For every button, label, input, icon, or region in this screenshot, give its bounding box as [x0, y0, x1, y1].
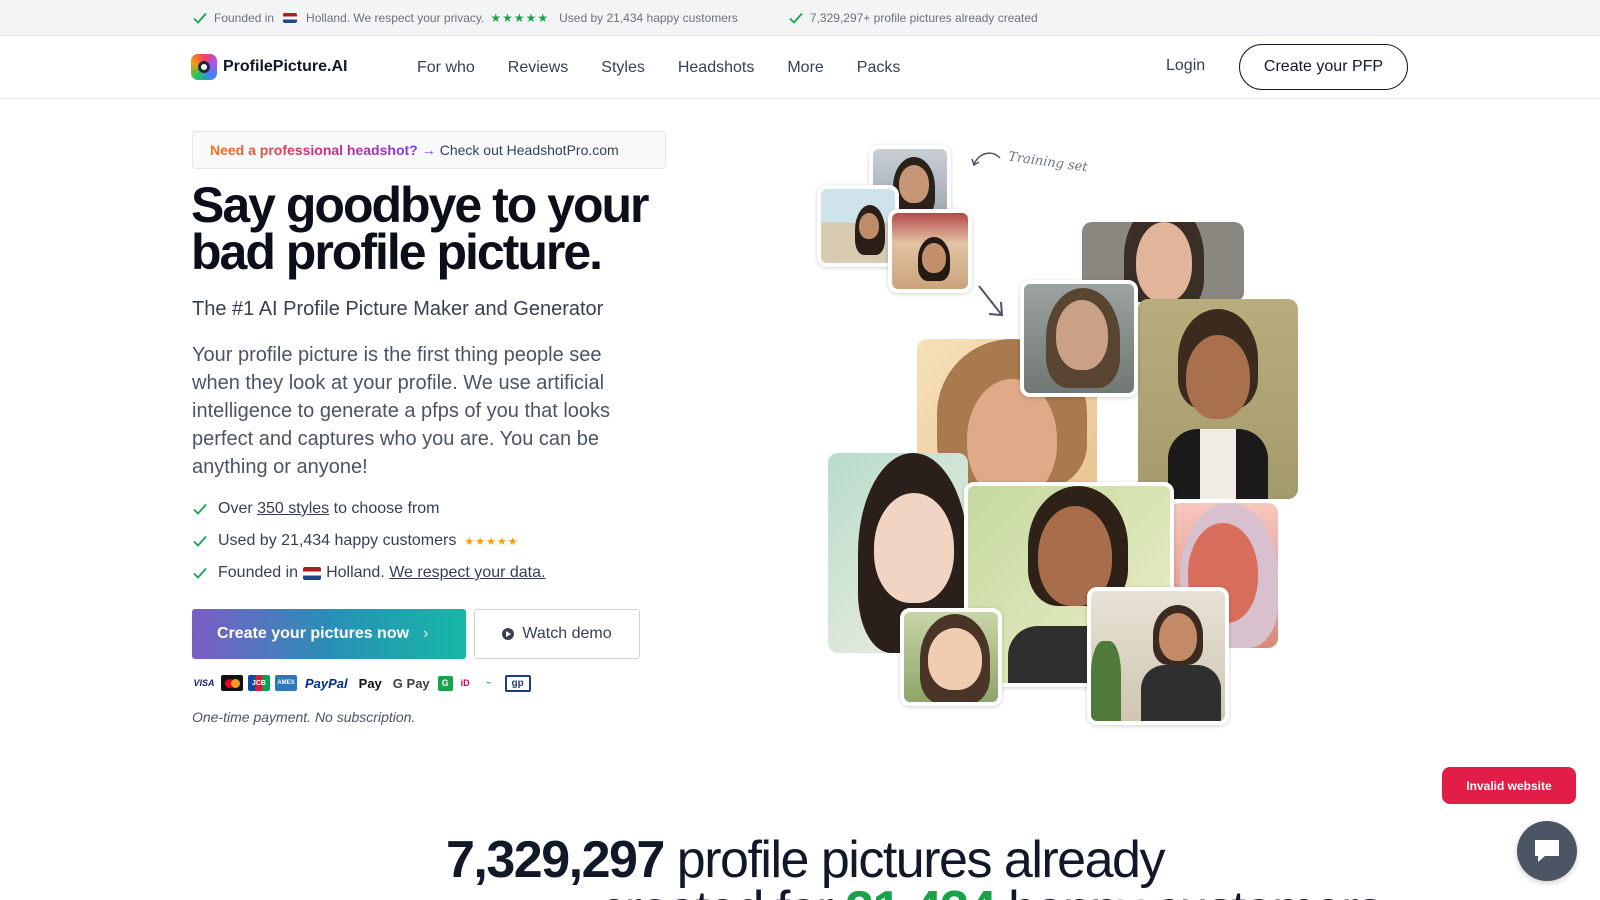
- nav-links: For who Reviews Styles Headshots More Pa…: [417, 36, 933, 99]
- hero-subtitle: The #1 AI Profile Picture Maker and Gene…: [192, 298, 604, 320]
- nav-link-more[interactable]: More: [787, 59, 823, 77]
- topbar-created: 7,329,297+ profile pictures already crea…: [788, 10, 1038, 26]
- top-announcement-bar: Founded in Holland. We respect your priv…: [0, 0, 1600, 36]
- create-pfp-button[interactable]: Create your PFP: [1239, 44, 1408, 90]
- chevron-right-icon: ›: [423, 625, 429, 642]
- training-photo: [888, 209, 972, 293]
- one-time-payment-note: One-time payment. No subscription.: [192, 709, 416, 725]
- ideal-icon: iD: [460, 678, 470, 688]
- topbar-customers: Used by 21,434 happy customers: [559, 10, 738, 25]
- mastercard-icon: [221, 675, 243, 691]
- giropay-g-icon: G: [437, 675, 453, 691]
- check-icon: [193, 535, 207, 547]
- logo-icon: [191, 54, 217, 80]
- feature-founded-mid: Holland.: [326, 564, 385, 581]
- training-set-label: Training set: [1007, 149, 1089, 176]
- jcb-icon: JCB: [248, 675, 270, 691]
- feature-styles-prefix: Over: [218, 500, 253, 517]
- topbar-created-text: 7,329,297+ profile pictures already crea…: [809, 10, 1038, 25]
- visa-icon: VISA: [193, 678, 215, 688]
- training-photo: [817, 185, 899, 267]
- topbar-founded-prefix: Founded in: [214, 10, 275, 25]
- feature-styles-suffix: to choose from: [333, 500, 440, 517]
- invalid-website-badge[interactable]: Invalid website: [1442, 767, 1576, 804]
- curved-arrow-icon: [971, 152, 1001, 167]
- amex-icon: AMEX: [275, 675, 297, 691]
- generated-photo: [1087, 587, 1229, 725]
- stats-line2-end: happy customers: [1008, 881, 1383, 900]
- generated-photo: [900, 608, 1002, 706]
- chat-launcher-button[interactable]: [1517, 821, 1577, 881]
- promo-highlight: Need a professional headshot?: [210, 142, 418, 158]
- headshot-promo-banner[interactable]: Need a professional headshot? → Check ou…: [192, 131, 666, 169]
- apple-pay-label: Pay: [358, 675, 382, 691]
- nav-link-styles[interactable]: Styles: [601, 59, 645, 77]
- login-link[interactable]: Login: [1166, 57, 1205, 75]
- gp-icon: gp: [504, 674, 531, 692]
- nav-link-headshots[interactable]: Headshots: [678, 59, 755, 77]
- watch-demo-button[interactable]: Watch demo: [474, 609, 640, 659]
- create-pictures-label: Create your pictures now: [217, 625, 410, 642]
- check-icon: [193, 503, 207, 515]
- main-navigation: ProfilePicture.AI For who Reviews Styles…: [0, 36, 1600, 99]
- down-arrow-icon: [978, 285, 1004, 317]
- feature-styles: Over 350 styles to choose from: [192, 500, 439, 518]
- nav-link-for-who[interactable]: For who: [417, 59, 475, 77]
- styles-link[interactable]: 350 styles: [257, 500, 329, 518]
- nav-link-reviews[interactable]: Reviews: [508, 59, 568, 77]
- payment-methods: VISA JCB AMEX PayPal Pay G Pay G iD ~ gp: [192, 673, 531, 693]
- google-pay-icon: G Pay: [392, 675, 430, 691]
- apple-pay-icon: Pay: [356, 675, 385, 691]
- feature-customers-text: Used by 21,434 happy customers: [218, 532, 457, 549]
- stats-line2-start: created for: [600, 881, 834, 900]
- sofort-icon: ~: [486, 678, 492, 688]
- hero-paragraph: Your profile picture is the first thing …: [192, 344, 611, 478]
- paypal-icon: PayPal: [305, 675, 348, 691]
- nav-link-packs[interactable]: Packs: [857, 59, 901, 77]
- check-icon: [789, 12, 803, 24]
- topbar-founded: Founded in Holland. We respect your priv…: [192, 10, 738, 26]
- feature-founded-prefix: Founded in: [218, 564, 299, 581]
- arrow-right-icon: →: [421, 142, 436, 158]
- respect-data-link[interactable]: We respect your data.: [389, 564, 545, 582]
- play-icon: [502, 628, 515, 640]
- generated-photo: [1138, 299, 1298, 499]
- feature-customers: Used by 21,434 happy customers ★★★★★: [192, 532, 519, 550]
- hero-title: Say goodbye to your bad profile picture.: [191, 177, 650, 280]
- create-pictures-button[interactable]: Create your pictures now ›: [192, 609, 466, 659]
- topbar-founded-suffix: Holland. We respect your privacy.: [306, 10, 485, 25]
- netherlands-flag-icon: [283, 12, 298, 23]
- watch-demo-label: Watch demo: [522, 625, 612, 642]
- promo-text: Check out HeadshotPro.com: [439, 142, 619, 158]
- star-icon: ★★★★★: [490, 10, 550, 25]
- feature-founded: Founded in Holland. We respect your data…: [192, 564, 545, 582]
- stats-customer-count: 21,434: [845, 881, 997, 900]
- generated-photo: [1020, 280, 1138, 397]
- brand-name: ProfilePicture.AI: [223, 58, 348, 75]
- check-icon: [193, 567, 207, 579]
- stats-headline-line2: created for 21,434 happy customers: [600, 880, 1383, 900]
- star-icon: ★★★★★: [464, 535, 519, 548]
- netherlands-flag-icon: [303, 566, 322, 580]
- check-icon: [193, 12, 207, 24]
- brand-logo[interactable]: ProfilePicture.AI: [191, 54, 347, 80]
- chat-icon: [1535, 840, 1559, 862]
